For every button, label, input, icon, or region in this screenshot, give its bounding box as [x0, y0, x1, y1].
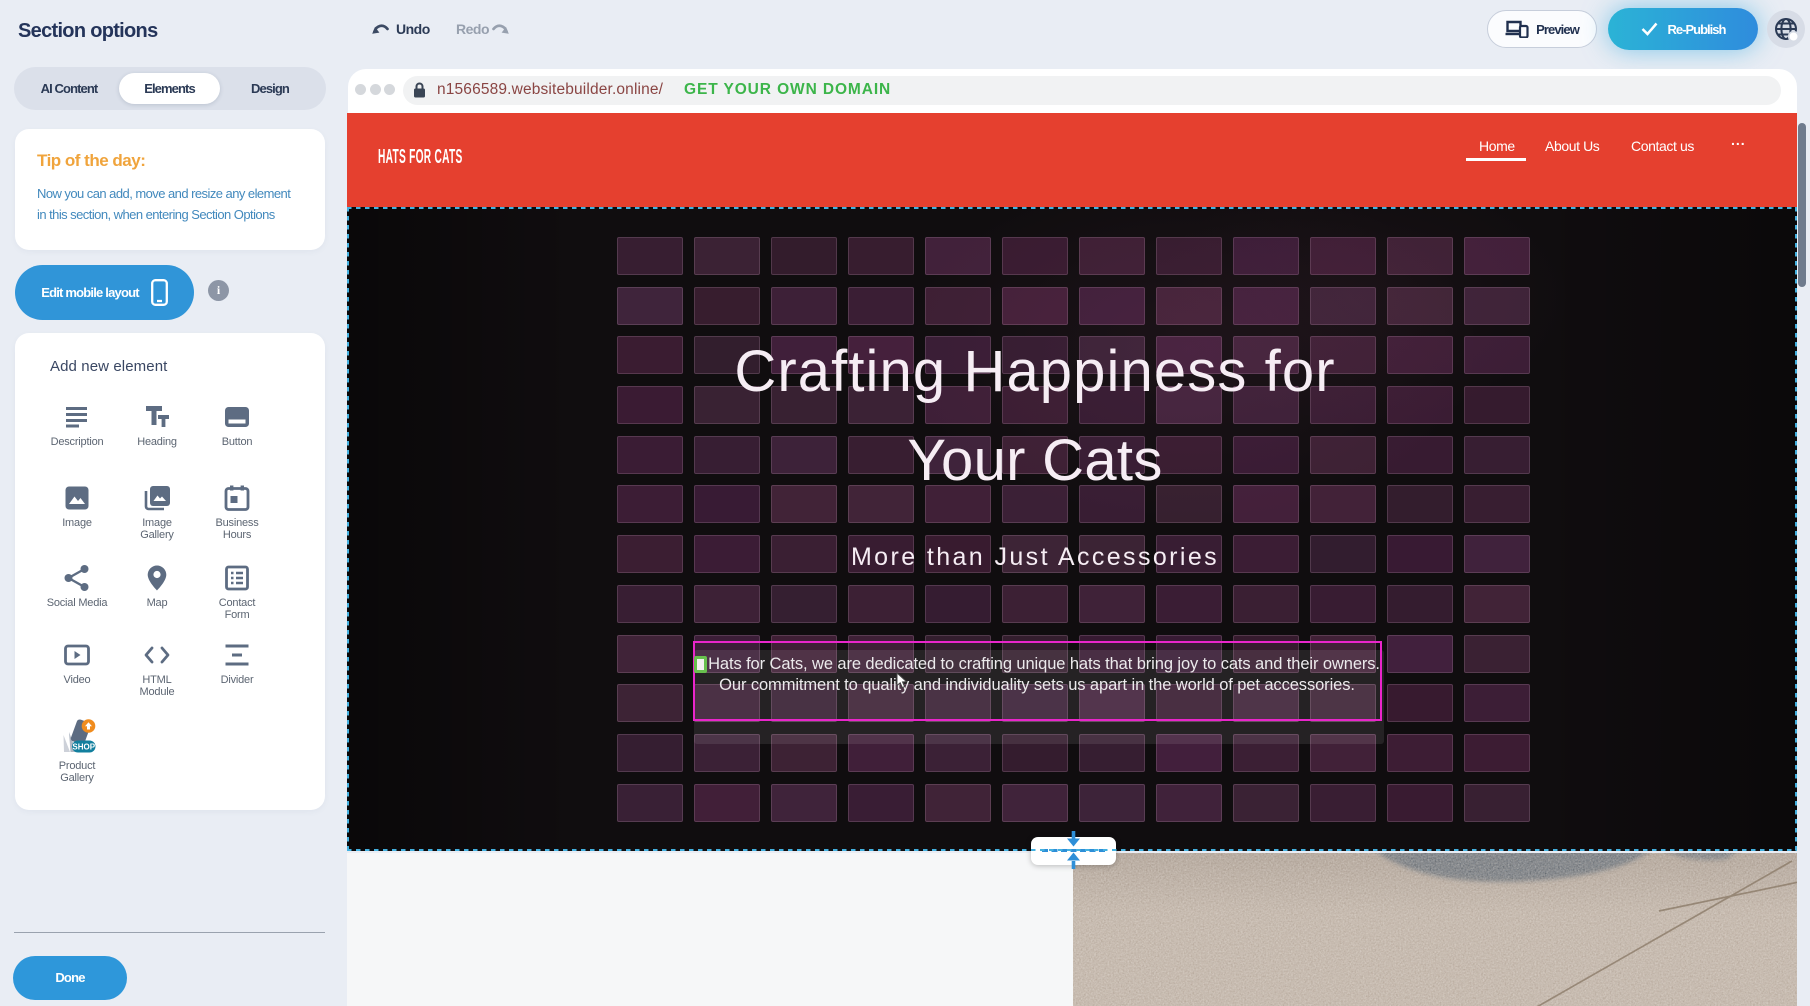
svg-text:SHOP: SHOP: [72, 742, 95, 751]
